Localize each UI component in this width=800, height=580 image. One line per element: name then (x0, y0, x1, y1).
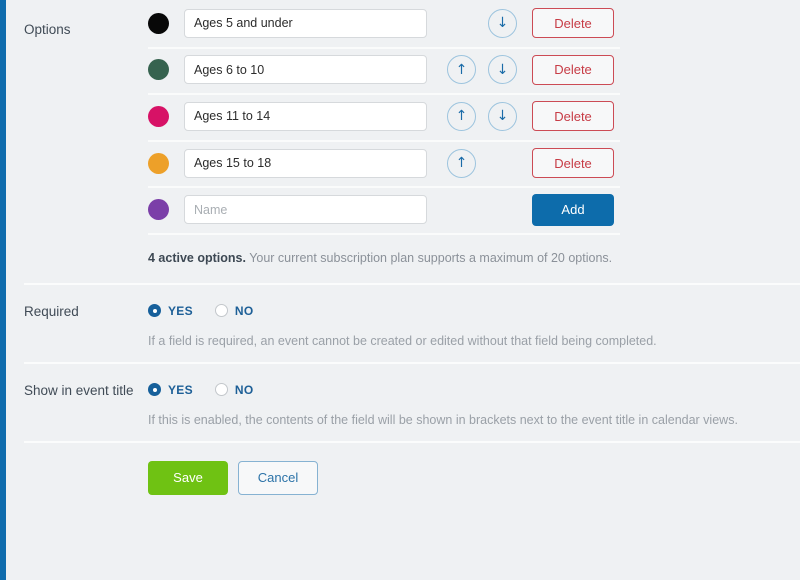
options-body: ↓ Delete ↑ ↓ Delete (148, 0, 800, 283)
delete-option-button-3[interactable]: Delete (532, 101, 614, 132)
radio-unselected-icon (214, 304, 228, 318)
options-section: Options ↓ Delete (6, 0, 800, 283)
delete-option-button-4[interactable]: Delete (532, 148, 614, 179)
show-in-event-title-label: Show in event title (24, 382, 134, 398)
show-in-event-title-no-label: NO (234, 382, 254, 397)
option-color-swatch-4[interactable] (148, 152, 169, 174)
move-up-slot-2: ↑ (441, 55, 482, 85)
radio-unselected-icon (214, 383, 228, 397)
required-radio-yes[interactable]: YES (148, 304, 193, 318)
move-down-slot-2: ↓ (482, 55, 523, 85)
cancel-button[interactable]: Cancel (238, 460, 318, 495)
move-down-slot-3: ↓ (482, 101, 523, 131)
option-actions-2: ↑ ↓ Delete (441, 54, 614, 85)
options-limit-text: Your current subscription plan supports … (245, 250, 613, 265)
option-color-swatch-3[interactable] (148, 105, 169, 127)
move-up-icon-button-4[interactable]: ↑ (447, 148, 476, 178)
settings-form-panel: Options ↓ Delete (0, 0, 800, 580)
move-down-icon-button-3[interactable]: ↓ (488, 101, 517, 131)
option-row: ↑ Delete (148, 139, 800, 187)
required-section: Required YES NO If a field is required, … (6, 282, 800, 362)
required-radio-group: YES NO (148, 293, 800, 318)
move-up-icon-button-3[interactable]: ↑ (447, 101, 476, 131)
option-row: ↑ ↓ Delete (148, 46, 800, 94)
move-up-icon-button-2[interactable]: ↑ (447, 55, 476, 85)
option-actions-5: Add (441, 193, 614, 226)
option-row: ↑ ↓ Delete (148, 93, 800, 140)
option-row-new: Add (148, 186, 800, 233)
options-count-value: 4 active options. (148, 250, 246, 265)
required-help-text: If a field is required, an event cannot … (148, 333, 657, 348)
option-name-input-2[interactable] (184, 55, 427, 85)
new-option-name-input[interactable] (184, 195, 427, 225)
options-count-note: 4 active options. Your current subscript… (148, 235, 800, 283)
show-in-event-title-body: YES NO If this is enabled, the contents … (148, 362, 800, 441)
show-in-event-title-radio-group: YES NO (148, 372, 800, 397)
option-actions-3: ↑ ↓ Delete (441, 101, 614, 132)
footer-spacer (6, 441, 148, 515)
option-color-swatch-1[interactable] (148, 12, 169, 34)
show-in-event-title-yes-label: YES (168, 382, 193, 397)
option-actions-4: ↑ Delete (441, 148, 614, 179)
radio-selected-icon (148, 383, 161, 397)
show-in-event-title-radio-no[interactable]: NO (214, 382, 254, 397)
required-no-label: NO (234, 303, 254, 318)
option-row: ↓ Delete (148, 0, 800, 47)
option-color-swatch-5[interactable] (148, 199, 169, 221)
delete-option-button-1[interactable]: Delete (532, 8, 614, 39)
show-in-event-title-help-text: If this is enabled, the contents of the … (148, 412, 738, 427)
option-name-input-1[interactable] (184, 8, 427, 38)
option-name-input-4[interactable] (184, 148, 427, 178)
move-up-slot-4: ↑ (441, 148, 482, 178)
move-up-slot-3: ↑ (441, 101, 482, 131)
move-down-icon-button-2[interactable]: ↓ (488, 55, 517, 85)
form-footer: Save Cancel (6, 440, 800, 515)
options-list-bottom-divider (148, 232, 620, 235)
option-name-input-3[interactable] (184, 101, 427, 131)
required-label: Required (24, 303, 79, 319)
option-actions-1: ↓ Delete (441, 8, 614, 39)
add-option-button[interactable]: Add (532, 193, 614, 226)
save-button[interactable]: Save (148, 460, 228, 495)
options-label: Options (24, 22, 71, 37)
move-down-icon-button-1[interactable]: ↓ (488, 8, 517, 38)
option-color-swatch-2[interactable] (148, 59, 169, 81)
delete-option-button-2[interactable]: Delete (532, 54, 614, 85)
show-in-event-title-radio-yes[interactable]: YES (148, 383, 193, 397)
radio-selected-icon (148, 304, 161, 318)
required-body: YES NO If a field is required, an event … (148, 283, 800, 362)
footer-buttons: Save Cancel (148, 441, 800, 515)
required-radio-no[interactable]: NO (214, 303, 254, 318)
move-down-slot-1: ↓ (482, 8, 523, 38)
show-in-event-title-section: Show in event title YES NO If this is en… (6, 361, 800, 441)
required-yes-label: YES (168, 303, 193, 318)
